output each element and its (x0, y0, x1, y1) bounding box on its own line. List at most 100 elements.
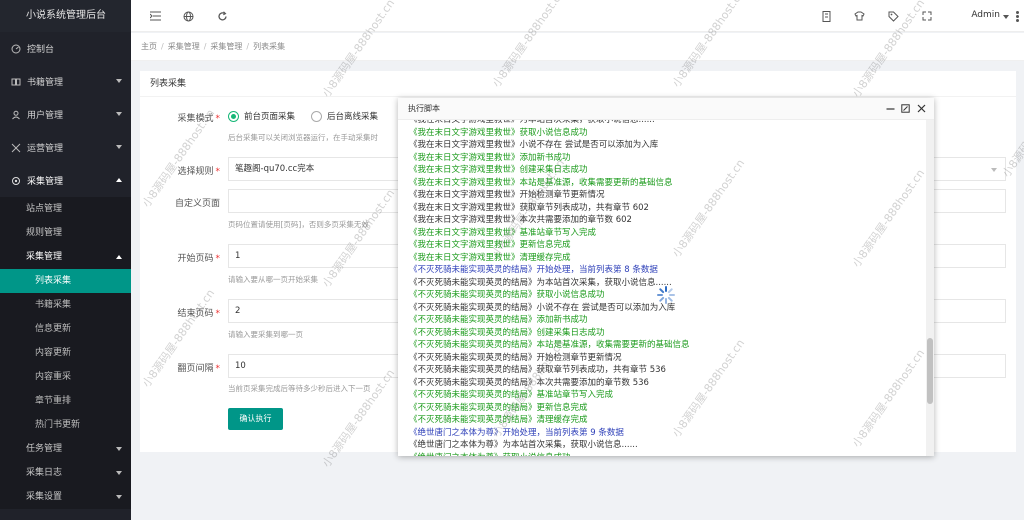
app-title: 小说系统管理后台 (0, 0, 131, 32)
sidebar-item-label: 运营管理 (27, 144, 64, 154)
maximize-icon[interactable] (900, 103, 910, 113)
radio-label: 前台页面采集 (244, 112, 296, 122)
mode-tip: 后台采集可以关闭浏览器运行，在手动采集时 (228, 133, 378, 142)
sidebar-item-hot-update[interactable]: 热门书更新 (0, 413, 131, 437)
sidebar: 小说系统管理后台 控制台 书籍管理 用户管理 运营管理 采集管理 站点管理 规则… (0, 0, 131, 520)
fullscreen-icon[interactable] (921, 10, 933, 22)
log-line: 《绝世唐门之本体为尊》开始处理，当前列表第 9 条数据 (409, 427, 624, 438)
breadcrumb-item[interactable]: 采集管理 (210, 42, 242, 51)
sidebar-item-label: 控制台 (27, 45, 55, 55)
theme-icon[interactable] (853, 10, 865, 22)
mode-radio-backend[interactable]: 后台离线采集 (311, 110, 378, 122)
log-line: 《不灭死骑未能实现英灵的结局》开始检测章节更新情况 (409, 352, 622, 363)
modal-title: 执行脚本 (408, 104, 440, 113)
log-line: 《不灭死骑未能实现英灵的结局》开始处理，当前列表第 8 条数据 (409, 265, 658, 275)
sidebar-item-task-manage[interactable]: 任务管理 (0, 437, 131, 461)
collect-submenu-bottom: 任务管理 采集日志 采集设置 (0, 437, 131, 509)
chevron-up-icon (116, 255, 122, 259)
log-line: 《不灭死骑未能实现英灵的结局》创建采集日志成功 (409, 327, 605, 338)
dashboard-icon (10, 43, 22, 55)
custom-page-label: 自定义页面 (174, 199, 220, 209)
sidebar-item-book-collect[interactable]: 书籍采集 (0, 293, 131, 317)
log-line: 《不灭死骑未能实现英灵的结局》获取章节列表成功，共有章节 536 (409, 365, 666, 375)
refresh-icon[interactable] (216, 10, 228, 22)
chevron-down-icon (116, 495, 122, 499)
log-line: 《不灭死骑未能实现英灵的结局》本次共需要添加的章节数 536 (409, 377, 649, 388)
globe-icon[interactable] (182, 10, 194, 22)
sidebar-item-dashboard[interactable]: 控制台 (0, 32, 131, 65)
radio-checked-icon (228, 110, 239, 122)
notes-icon[interactable] (820, 10, 832, 22)
modal-header: 执行脚本 (398, 98, 934, 120)
sidebar-item-collect[interactable]: 采集管理 (0, 164, 131, 197)
radio-label: 后台离线采集 (327, 112, 379, 122)
rule-select-value: 笔趣阁-qu70.cc完本 (235, 164, 315, 174)
sidebar-item-info-update[interactable]: 信息更新 (0, 317, 131, 341)
chevron-up-icon (116, 178, 122, 182)
start-page-label: 开始页码 * (177, 254, 220, 264)
top-header: Admin (131, 0, 1024, 32)
sidebar-item-site-manage[interactable]: 站点管理 (0, 197, 131, 221)
log-line: 《我在末日文字游戏里救世》获取章节列表成功，共有章节 602 (409, 202, 649, 213)
log-line: 《我在末日文字游戏里救世》清理缓存完成 (409, 252, 571, 263)
execute-script-modal: 执行脚本 《我在末日文字游戏里救世》为本站首次采集，获取小说信息...... 《我… (398, 98, 934, 456)
sidebar-item-users[interactable]: 用户管理 (0, 98, 131, 131)
card-title: 列表采集 (140, 71, 1016, 97)
interval-label: 翻页间隔 * (177, 364, 220, 374)
operation-icon (10, 142, 22, 154)
sidebar-item-label: 采集管理 (27, 177, 64, 187)
mode-label: 采集模式 * (177, 114, 220, 124)
log-scrollbar[interactable] (926, 120, 934, 456)
menu-fold-icon[interactable] (149, 10, 161, 22)
sidebar-item-list-collect[interactable]: 列表采集 (0, 269, 131, 293)
sidebar-item-collect-log[interactable]: 采集日志 (0, 461, 131, 485)
chevron-down-icon (116, 471, 122, 475)
end-page-label: 结束页码 * (177, 309, 220, 319)
collect-icon (10, 175, 22, 187)
chevron-down-icon (991, 168, 997, 172)
breadcrumb-separator: / (161, 42, 164, 51)
log-line: 《我在末日文字游戏里救世》开始检测章节更新情况 (409, 190, 605, 200)
chevron-down-icon (1003, 15, 1009, 19)
log-line: 《绝世唐门之本体为尊》为本站首次采集，获取小说信息...... (409, 440, 638, 450)
sidebar-item-label: 用户管理 (27, 111, 64, 121)
admin-user-menu[interactable]: Admin (971, 10, 1000, 20)
sidebar-item-operations[interactable]: 运营管理 (0, 131, 131, 164)
collect-submenu: 站点管理 规则管理 采集管理 列表采集 书籍采集 信息更新 内容更新 内容重采 … (0, 197, 131, 437)
rule-label: 选择规则 * (177, 167, 220, 177)
book-icon (10, 76, 22, 88)
sidebar-item-label: 任务管理 (26, 444, 63, 454)
breadcrumb-item[interactable]: 采集管理 (168, 42, 200, 51)
log-line: 《我在末日文字游戏里救世》更新信息完成 (409, 240, 571, 250)
log-line: 《我在末日文字游戏里救世》小说不存在 尝试是否可以添加为入库 (409, 140, 659, 150)
loading-spinner-icon (657, 286, 675, 304)
breadcrumb-separator: / (203, 42, 207, 51)
sidebar-item-chapter-reorder[interactable]: 章节重排 (0, 389, 131, 413)
mode-radio-frontend[interactable]: 前台页面采集 (228, 110, 295, 122)
modal-log-body: 《我在末日文字游戏里救世》为本站首次采集，获取小说信息...... 《我在末日文字… (398, 120, 934, 456)
sidebar-item-content-recollect[interactable]: 内容重采 (0, 365, 131, 389)
sidebar-item-rule-manage[interactable]: 规则管理 (0, 221, 131, 245)
log-line: 《我在末日文字游戏里救世》基准站章节写入完成 (409, 227, 597, 238)
submit-button[interactable]: 确认执行 (228, 408, 283, 430)
close-icon[interactable] (916, 103, 926, 113)
log-line: 《我在末日文字游戏里救世》添加新书成功 (409, 152, 571, 163)
custom-page-tip: 页码位置请使用[页码]，否则多页采集无效 (228, 220, 369, 229)
sidebar-item-books[interactable]: 书籍管理 (0, 65, 131, 98)
minimize-icon[interactable] (885, 103, 895, 113)
chevron-down-icon (116, 145, 122, 149)
log-line: 《我在末日文字游戏里救世》本站是基准源，收集需要更新的基础信息 (409, 177, 673, 188)
end-page-tip: 请输入要采集到哪一页 (228, 330, 303, 339)
tag-icon[interactable] (887, 10, 899, 22)
user-icon (10, 109, 22, 121)
more-vertical-icon[interactable] (1016, 11, 1019, 22)
sidebar-item-content-update[interactable]: 内容更新 (0, 341, 131, 365)
sidebar-item-collect-manage[interactable]: 采集管理 (0, 245, 131, 269)
breadcrumb-home[interactable]: 主页 (141, 42, 157, 51)
log-line: 《不灭死骑未能实现英灵的结局》本站是基准源，收集需要更新的基础信息 (409, 340, 690, 350)
radio-unchecked-icon (311, 110, 322, 122)
scrollbar-thumb[interactable] (927, 338, 933, 404)
sidebar-item-label: 采集日志 (26, 468, 63, 478)
sidebar-item-collect-settings[interactable]: 采集设置 (0, 485, 131, 509)
chevron-down-icon (116, 79, 122, 83)
